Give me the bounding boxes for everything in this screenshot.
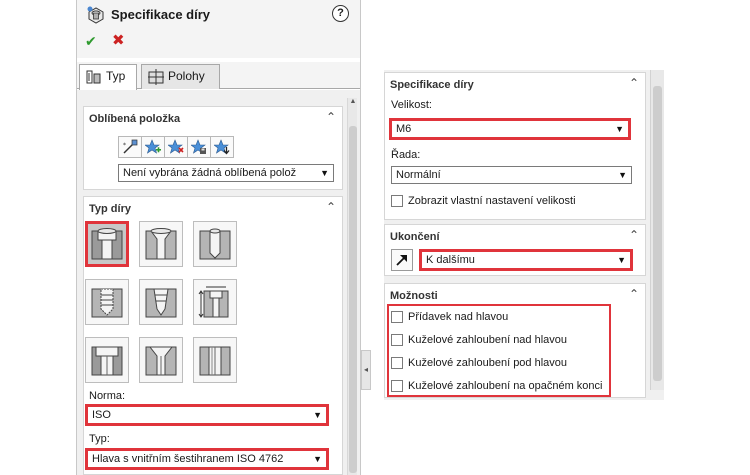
norma-select-value: ISO	[92, 409, 111, 421]
collapse-hole-type-icon[interactable]: ⌃	[326, 200, 336, 214]
end-condition-select[interactable]: K dalšímu ▼	[421, 251, 631, 269]
countersink-icon[interactable]	[139, 221, 183, 267]
collapse-hole-spec-icon[interactable]: ⌃	[629, 76, 639, 90]
chevron-down-icon: ▼	[617, 255, 626, 265]
typ-label: Typ:	[89, 433, 110, 445]
page-title: Specifikace díry	[111, 7, 210, 22]
custom-size-label: Zobrazit vlastní nastavení velikosti	[408, 195, 576, 207]
load-favorite-icon[interactable]	[210, 136, 234, 158]
option-far-side-countersink[interactable]: Kuželové zahloubení na opačném konci	[391, 378, 602, 394]
scroll-thumb[interactable]	[349, 126, 357, 473]
options-group: Možnosti ⌃ Přídavek nad hlavou Kuželové …	[384, 283, 646, 398]
size-select-value: M6	[396, 123, 412, 135]
favorite-select[interactable]: Není vybrána žádná oblíbená polož ▼	[118, 164, 334, 182]
option-label: Kuželové zahloubení pod hlavou	[408, 357, 568, 369]
hole-wizard-icon	[87, 6, 104, 24]
end-condition-select-value: K dalšímu	[426, 254, 475, 266]
option-checkbox[interactable]	[391, 380, 403, 392]
tab-typ[interactable]: Typ	[79, 64, 137, 90]
series-select-value: Normální	[396, 169, 441, 181]
slot-icon[interactable]	[193, 337, 237, 383]
chevron-down-icon: ▼	[320, 168, 329, 178]
size-label: Velikost:	[391, 99, 432, 111]
tab-polohy-label: Polohy	[168, 69, 205, 83]
option-checkbox[interactable]	[391, 311, 403, 323]
delete-favorite-icon[interactable]	[164, 136, 188, 158]
help-button[interactable]: ?	[332, 5, 349, 22]
option-checkbox[interactable]	[391, 334, 403, 346]
hole-type-group: Typ díry ⌃ Norma: ISO ▼ Typ: Hlava s vni…	[83, 196, 343, 475]
add-favorite-icon[interactable]	[141, 136, 165, 158]
typ-select-value: Hlava s vnitřním šestihranem ISO 4762	[92, 453, 284, 465]
tapered-tap-icon[interactable]	[139, 279, 183, 325]
favorite-select-value: Není vybrána žádná oblíbená polož	[123, 167, 297, 179]
option-under-head-countersink[interactable]: Kuželové zahloubení pod hlavou	[391, 355, 567, 371]
favorites-title: Oblíbená položka	[89, 113, 181, 125]
right-scrollbar[interactable]	[650, 70, 664, 390]
chevron-down-icon: ▼	[313, 454, 322, 464]
size-select[interactable]: M6 ▼	[391, 120, 629, 138]
hole-spec-panel: Specifikace díry ⌃ Velikost: M6 ▼ Řada: …	[384, 70, 664, 400]
tab-typ-label: Typ	[106, 69, 126, 83]
end-condition-group: Ukončení ⌃ K dalšímu ▼	[384, 224, 646, 276]
option-label: Kuželové zahloubení nad hlavou	[408, 334, 568, 346]
custom-size-checkbox-box[interactable]	[391, 195, 403, 207]
counterbore-slot-icon[interactable]	[85, 337, 129, 383]
typ-select[interactable]: Hlava s vnitřním šestihranem ISO 4762 ▼	[87, 450, 327, 468]
option-label: Přídavek nad hlavou	[408, 311, 509, 323]
direction-arrow-icon[interactable]	[391, 249, 413, 271]
hole-type-title: Typ díry	[89, 203, 131, 215]
tab-bar: Typ Polohy	[77, 62, 360, 90]
option-head-clearance[interactable]: Přídavek nad hlavou	[391, 309, 508, 325]
collapse-favorites-icon[interactable]: ⌃	[326, 110, 336, 124]
ok-button[interactable]: ✔	[85, 33, 97, 50]
legacy-hole-icon[interactable]	[193, 279, 237, 325]
straight-tap-icon[interactable]	[85, 279, 129, 325]
hole-type-icon	[86, 70, 101, 84]
chevron-down-icon: ▼	[313, 410, 322, 420]
countersink-slot-icon[interactable]	[139, 337, 183, 383]
cancel-button[interactable]: ✖	[112, 31, 125, 49]
norma-select[interactable]: ISO ▼	[87, 406, 327, 424]
options-title: Možnosti	[390, 290, 438, 302]
custom-size-checkbox[interactable]: Zobrazit vlastní nastavení velikosti	[391, 193, 576, 209]
positions-icon	[148, 69, 164, 85]
favorites-group: Oblíbená položka ⌃ * Není vybrána žádná …	[83, 106, 343, 190]
collapse-options-icon[interactable]: ⌃	[629, 287, 639, 301]
hole-spec-group: Specifikace díry ⌃ Velikost: M6 ▼ Řada: …	[384, 72, 646, 220]
scroll-up-icon[interactable]: ▲	[348, 98, 358, 110]
panel-scrollbar[interactable]: ▲	[347, 98, 357, 475]
chevron-down-icon: ▼	[615, 124, 624, 134]
norma-label: Norma:	[89, 390, 126, 402]
hole-wizard-property-manager: Specifikace díry ? ✔ ✖ Typ Polohy ▲ Oblí…	[76, 0, 361, 475]
option-label: Kuželové zahloubení na opačném konci	[408, 380, 603, 392]
option-checkbox[interactable]	[391, 357, 403, 369]
hole-spec-title: Specifikace díry	[390, 79, 474, 91]
tab-polohy[interactable]: Polohy	[141, 64, 220, 89]
hole-icon[interactable]	[193, 221, 237, 267]
counterbore-icon[interactable]	[85, 221, 129, 267]
chevron-down-icon: ▼	[618, 170, 627, 180]
property-manager-header: Specifikace díry ? ✔ ✖	[77, 0, 360, 58]
collapse-end-condition-icon[interactable]: ⌃	[629, 228, 639, 242]
apply-defaults-icon[interactable]: *	[118, 136, 142, 158]
end-condition-title: Ukončení	[390, 231, 440, 243]
option-near-side-countersink[interactable]: Kuželové zahloubení nad hlavou	[391, 332, 567, 348]
svg-text:*: *	[123, 142, 126, 149]
panel-splitter[interactable]: ◂	[361, 350, 371, 390]
series-label: Řada:	[391, 149, 421, 161]
save-favorite-icon[interactable]	[187, 136, 211, 158]
favorites-toolbar: *	[118, 136, 234, 158]
series-select[interactable]: Normální ▼	[391, 166, 632, 184]
right-scroll-thumb[interactable]	[653, 86, 662, 381]
